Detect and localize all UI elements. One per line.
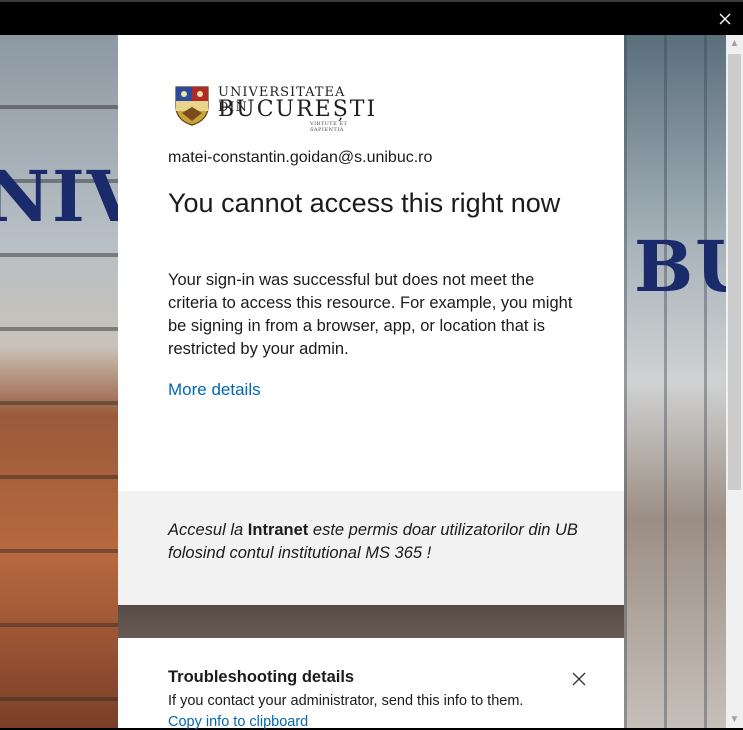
building-right xyxy=(624,35,726,728)
logo-line2: BUCUREȘTI xyxy=(218,97,378,122)
custom-message-banner: Accesul la Intranet este permis doar uti… xyxy=(118,491,624,605)
account-email: matei-constantin.goidan@s.unibuc.ro xyxy=(168,149,433,166)
scroll-up-icon[interactable]: ▲ xyxy=(726,35,743,52)
page-title: You cannot access this right now xyxy=(168,188,561,218)
signin-card: UNIVERSITATEA DIN BUCUREȘTI VIRTUTE ET S… xyxy=(118,35,624,605)
more-details-link[interactable]: More details xyxy=(168,380,261,400)
title-bar xyxy=(0,0,743,35)
crest-icon xyxy=(175,86,209,126)
university-logo: UNIVERSITATEA DIN BUCUREȘTI VIRTUTE ET S… xyxy=(170,83,375,133)
error-description: Your sign-in was successful but does not… xyxy=(168,271,573,358)
background-sign-right: BUC xyxy=(634,225,726,308)
troubleshooting-subtitle: If you contact your administrator, send … xyxy=(168,693,524,709)
scroll-down-icon[interactable]: ▼ xyxy=(726,711,743,728)
close-icon[interactable] xyxy=(572,672,586,686)
logo-motto: VIRTUTE ET SAPIENTIA xyxy=(310,121,348,133)
scroll-thumb[interactable] xyxy=(728,54,741,490)
banner-bold: Intranet xyxy=(247,521,309,539)
banner-text: Accesul la Intranet este permis doar uti… xyxy=(168,519,578,565)
close-icon[interactable] xyxy=(717,11,733,27)
troubleshooting-title: Troubleshooting details xyxy=(168,668,355,686)
building-left xyxy=(0,35,118,728)
banner-prefix: Accesul la xyxy=(168,521,248,539)
scrollbar[interactable]: ▲ ▼ xyxy=(726,35,743,728)
troubleshooting-panel: Troubleshooting details If you contact y… xyxy=(118,638,624,730)
